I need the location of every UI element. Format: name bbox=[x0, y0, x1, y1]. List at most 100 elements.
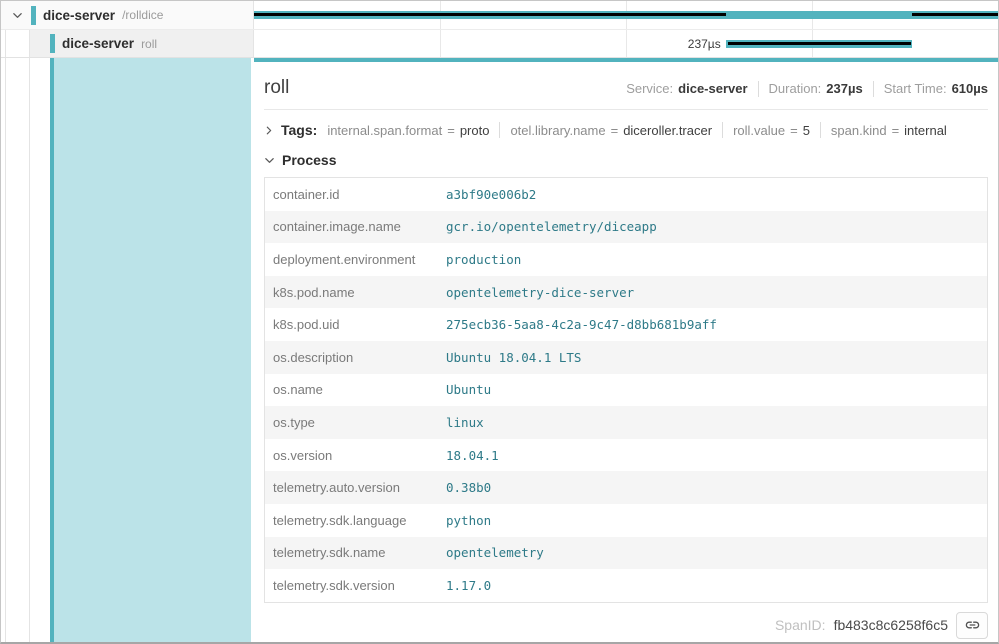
service-label: Service: bbox=[626, 81, 673, 96]
process-value: opentelemetry-dice-server bbox=[446, 285, 987, 300]
process-key: telemetry.sdk.language bbox=[265, 513, 446, 528]
trace-row-roll[interactable]: dice-server roll 237µs bbox=[1, 30, 998, 58]
process-row: telemetry.sdk.version1.17.0 bbox=[265, 569, 987, 602]
process-key: container.id bbox=[265, 187, 446, 202]
selected-span-highlight bbox=[54, 58, 251, 642]
timeline-row-rolldice bbox=[254, 1, 998, 29]
divider bbox=[820, 122, 821, 138]
process-section-toggle[interactable]: Process bbox=[264, 148, 988, 172]
process-value: opentelemetry bbox=[446, 545, 987, 560]
service-name: dice-server bbox=[62, 36, 134, 51]
gridline bbox=[440, 30, 441, 57]
process-key: os.description bbox=[265, 350, 446, 365]
tags-summary: internal.span.format=proto otel.library.n… bbox=[327, 122, 947, 138]
process-value: 1.17.0 bbox=[446, 578, 987, 593]
service-value: dice-server bbox=[678, 81, 747, 96]
process-key: os.type bbox=[265, 415, 446, 430]
process-row: os.descriptionUbuntu 18.04.1 LTS bbox=[265, 341, 987, 374]
divider bbox=[758, 81, 759, 97]
process-row: os.typelinux bbox=[265, 406, 987, 439]
span-detail-panel: roll Service: dice-server Duration: 237µ… bbox=[254, 58, 998, 642]
critical-path-segment bbox=[254, 13, 726, 16]
duration-value: 237µs bbox=[826, 81, 862, 96]
process-value: a3bf90e006b2 bbox=[446, 187, 987, 202]
detail-header: roll Service: dice-server Duration: 237µ… bbox=[264, 62, 988, 99]
span-meta: Service: dice-server Duration: 237µs Sta… bbox=[626, 81, 988, 97]
process-key: telemetry.auto.version bbox=[265, 480, 446, 495]
span-name-cell[interactable]: dice-server /rolldice bbox=[1, 1, 254, 29]
timeline-row-roll: 237µs bbox=[254, 30, 998, 57]
process-row: telemetry.sdk.nameopentelemetry bbox=[265, 537, 987, 570]
start-time-label: Start Time: bbox=[884, 81, 947, 96]
tags-section-title: Tags: bbox=[281, 122, 317, 138]
process-row: os.version18.04.1 bbox=[265, 439, 987, 472]
operation-name: /rolldice bbox=[122, 8, 163, 22]
span-bar[interactable] bbox=[254, 11, 998, 19]
span-color-accent bbox=[50, 34, 55, 53]
span-duration-label: 237µs bbox=[688, 37, 721, 51]
process-key: telemetry.sdk.name bbox=[265, 545, 446, 560]
deep-link-button[interactable] bbox=[956, 612, 988, 639]
process-value: production bbox=[446, 252, 987, 267]
indent-guide bbox=[29, 58, 30, 642]
start-time-value: 610µs bbox=[952, 81, 988, 96]
service-name: dice-server bbox=[43, 8, 115, 23]
divider bbox=[722, 122, 723, 138]
tag-item: internal.span.format=proto bbox=[327, 123, 489, 138]
process-key: deployment.environment bbox=[265, 252, 446, 267]
chevron-down-icon bbox=[264, 155, 275, 166]
process-value: Ubuntu bbox=[446, 382, 987, 397]
process-key: k8s.pod.uid bbox=[265, 317, 446, 332]
trace-row-rolldice[interactable]: dice-server /rolldice bbox=[1, 1, 998, 30]
process-section-title: Process bbox=[282, 152, 336, 168]
chevron-down-icon[interactable] bbox=[8, 10, 26, 21]
process-value: linux bbox=[446, 415, 987, 430]
process-row: k8s.pod.nameopentelemetry-dice-server bbox=[265, 276, 987, 309]
duration-label: Duration: bbox=[769, 81, 822, 96]
chevron-right-icon bbox=[264, 125, 274, 136]
process-key: os.name bbox=[265, 382, 446, 397]
process-value: python bbox=[446, 513, 987, 528]
process-table: container.ida3bf90e006b2container.image.… bbox=[264, 177, 988, 603]
process-row: container.image.namegcr.io/opentelemetry… bbox=[265, 211, 987, 244]
detail-footer: SpanID: fb483c8c6258f6c5 bbox=[264, 612, 988, 639]
process-value: 18.04.1 bbox=[446, 448, 987, 463]
process-row: telemetry.sdk.languagepython bbox=[265, 504, 987, 537]
indent-guide bbox=[5, 58, 6, 642]
span-title: roll bbox=[264, 77, 289, 99]
tags-section-toggle[interactable]: Tags: internal.span.format=proto otel.lib… bbox=[264, 118, 988, 142]
tag-item: otel.library.name=diceroller.tracer bbox=[510, 123, 712, 138]
process-value: Ubuntu 18.04.1 LTS bbox=[446, 350, 987, 365]
process-key: container.image.name bbox=[265, 219, 446, 234]
span-name-cell[interactable]: dice-server roll bbox=[1, 30, 254, 57]
tag-item: roll.value=5 bbox=[733, 123, 810, 138]
process-key: k8s.pod.name bbox=[265, 285, 446, 300]
tag-item: span.kind=internal bbox=[831, 123, 947, 138]
process-row: telemetry.auto.version0.38b0 bbox=[265, 471, 987, 504]
operation-name: roll bbox=[141, 37, 157, 51]
process-row: deployment.environmentproduction bbox=[265, 243, 987, 276]
indent-guide bbox=[5, 30, 6, 57]
selected-span-indent-strip bbox=[1, 58, 254, 642]
process-key: telemetry.sdk.version bbox=[265, 578, 446, 593]
process-row: os.nameUbuntu bbox=[265, 374, 987, 407]
process-key: os.version bbox=[265, 448, 446, 463]
gridline bbox=[626, 30, 627, 57]
process-value: gcr.io/opentelemetry/diceapp bbox=[446, 219, 987, 234]
divider bbox=[873, 81, 874, 97]
critical-path-segment bbox=[912, 13, 998, 16]
spanid-value: fb483c8c6258f6c5 bbox=[834, 617, 948, 633]
span-color-accent bbox=[31, 6, 36, 25]
process-value: 0.38b0 bbox=[446, 480, 987, 495]
divider bbox=[264, 109, 988, 110]
divider bbox=[499, 122, 500, 138]
span-detail-row: roll Service: dice-server Duration: 237µ… bbox=[1, 58, 998, 642]
process-row: k8s.pod.uid275ecb36-5aa8-4c2a-9c47-d8bb6… bbox=[265, 308, 987, 341]
process-row: container.ida3bf90e006b2 bbox=[265, 178, 987, 211]
link-icon bbox=[964, 618, 981, 632]
indent-guide bbox=[29, 30, 30, 57]
trace-timeline-view: dice-server /rolldice dice-server roll 2… bbox=[0, 0, 999, 644]
critical-path-segment bbox=[728, 42, 911, 45]
process-value: 275ecb36-5aa8-4c2a-9c47-d8bb681b9aff bbox=[446, 317, 987, 332]
span-bar[interactable] bbox=[726, 40, 913, 48]
